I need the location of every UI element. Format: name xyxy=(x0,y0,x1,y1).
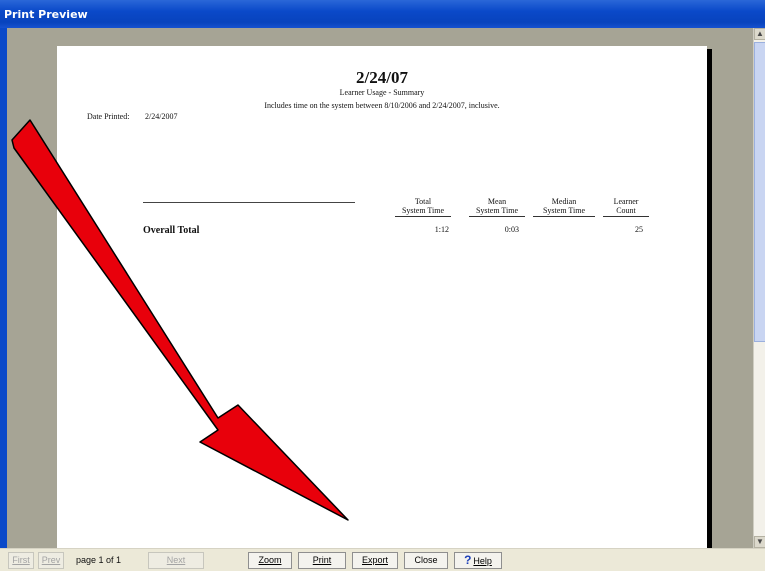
report-date-heading: 2/24/07 xyxy=(356,68,408,87)
scroll-thumb[interactable] xyxy=(754,42,765,342)
preview-toolbar: First Prev page 1 of 1 Next Zoom Print E… xyxy=(0,548,765,571)
scroll-up-button[interactable]: ▲ xyxy=(754,28,765,40)
overall-learner-count: 25 xyxy=(635,225,643,234)
help-question-icon: ? xyxy=(464,553,472,567)
page-indicator: page 1 of 1 xyxy=(76,555,122,565)
window-frame-left xyxy=(0,28,7,548)
vertical-scrollbar[interactable]: ▲ ▼ xyxy=(753,28,765,548)
label-separator-line xyxy=(143,202,355,203)
overall-mean-system-time: 0:03 xyxy=(504,225,519,234)
report-page: 2/24/07 Learner Usage - Summary Includes… xyxy=(57,46,707,548)
export-button[interactable]: Export xyxy=(352,552,398,569)
next-page-button[interactable]: Next xyxy=(148,552,204,569)
zoom-button[interactable]: Zoom xyxy=(248,552,292,569)
column-header-learner-count: Learner Count xyxy=(603,197,649,217)
title-bar[interactable]: Print Preview xyxy=(0,0,765,28)
report-subtitle: Learner Usage - Summary xyxy=(339,88,425,97)
column-header-total: Total System Time xyxy=(395,197,451,217)
print-button[interactable]: Print xyxy=(298,552,346,569)
help-button[interactable]: ? Help xyxy=(454,552,502,569)
first-page-button[interactable]: First xyxy=(8,552,34,569)
preview-canvas: 2/24/07 Learner Usage - Summary Includes… xyxy=(7,28,753,548)
column-header-mean: Mean System Time xyxy=(469,197,525,217)
overall-total-label: Overall Total xyxy=(143,225,200,236)
date-printed-value: 2/24/2007 xyxy=(145,112,178,121)
column-header-median: Median System Time xyxy=(533,197,595,217)
date-printed-label: Date Printed: xyxy=(87,112,130,121)
prev-page-button[interactable]: Prev xyxy=(38,552,64,569)
close-button[interactable]: Close xyxy=(404,552,448,569)
window-title: Print Preview xyxy=(4,8,88,21)
report-range-text: Includes time on the system between 8/10… xyxy=(264,101,500,110)
scroll-down-button[interactable]: ▼ xyxy=(754,536,765,548)
overall-total-system-time: 1:12 xyxy=(434,225,449,234)
print-preview-window: Print Preview 2/24/07 Learner Usage - Su… xyxy=(0,0,765,571)
